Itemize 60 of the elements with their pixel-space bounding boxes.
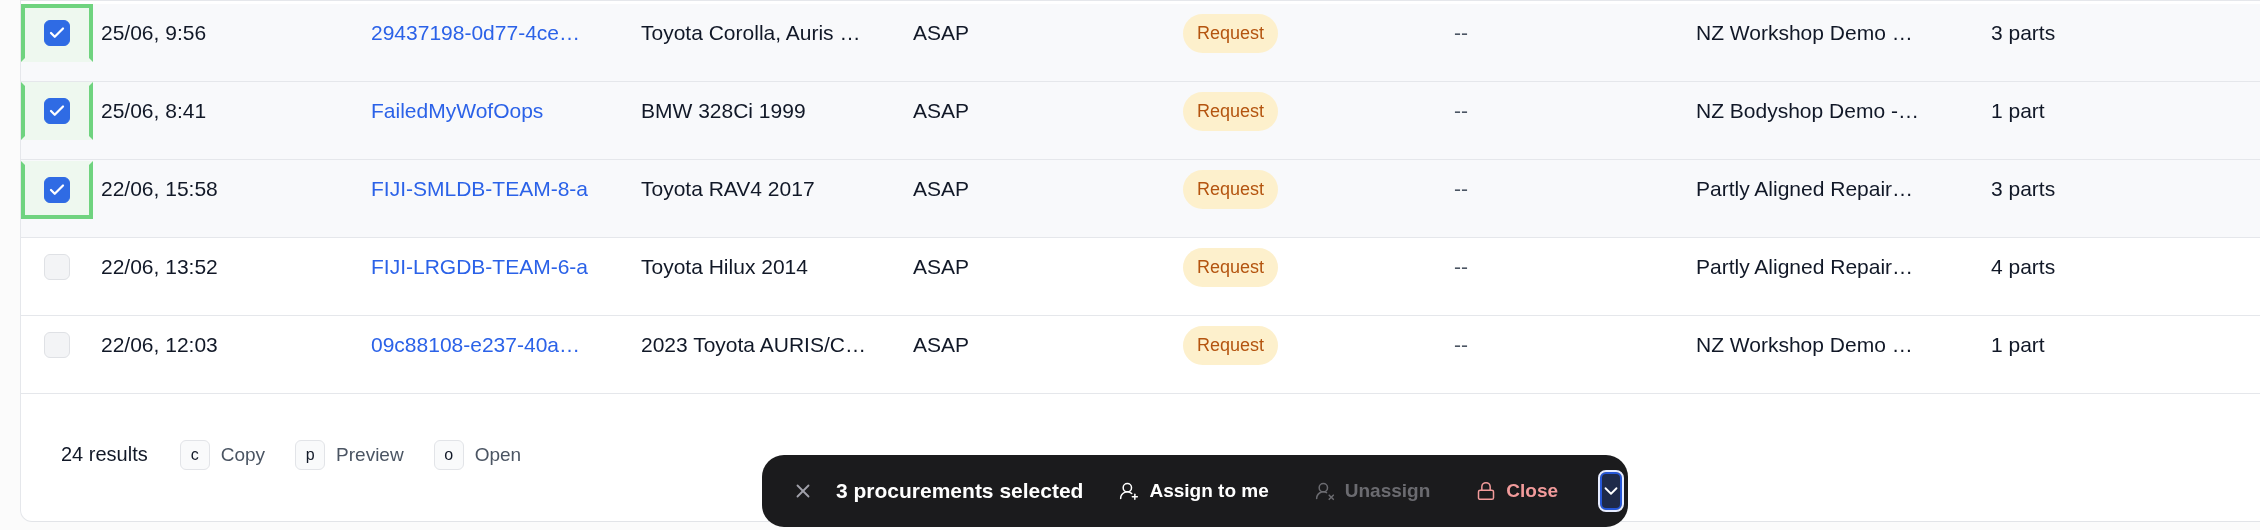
reference-link[interactable]: FailedMyWofOops [371, 99, 544, 123]
dropdown-button[interactable] [1598, 470, 1625, 512]
table-row[interactable]: 25/06, 8:41 FailedMyWofOops BMW 328Ci 1999 ASAP Request -- NZ Bodyshop Demo -… 1 part [21, 82, 2260, 160]
urgency-cell-text: ASAP [912, 177, 971, 201]
selection-count: 3 procurements selected [836, 479, 1084, 503]
workshop-cell-text: NZ Workshop Demo … [1695, 21, 1914, 45]
reference-link[interactable]: 09c88108-e237-40a… [371, 333, 580, 357]
vehicle-cell-text: Toyota Corolla, Auris … [640, 21, 862, 45]
status-badge: Request [1183, 169, 1279, 209]
close-button[interactable]: Close [1470, 480, 1565, 502]
table-cell-text: -- [1453, 255, 1469, 279]
table-cell-text: -- [1453, 177, 1469, 201]
assign-button[interactable]: Assign to me [1113, 480, 1275, 502]
urgency-cell-text: ASAP [912, 255, 971, 279]
urgency-cell-text: ASAP [912, 99, 971, 123]
parts-cell-text: 4 parts [1990, 255, 2057, 279]
table-cell-text: -- [1453, 21, 1469, 45]
parts-cell-text: 1 part [1990, 333, 2046, 357]
row-checkbox[interactable] [44, 98, 70, 124]
shortcut-label: Open [474, 443, 522, 466]
table-cell-text: -- [1453, 333, 1469, 357]
table-row[interactable]: 22/06, 15:58 FIJI-SMLDB-TEAM-8-a Toyota RAV4 2017 ASAP Request -- Partly Aligned Repair… 3 parts [21, 160, 2260, 238]
user-x-icon [1314, 481, 1335, 501]
parts-cell-text: 3 parts [1990, 177, 2057, 201]
urgency-cell-text: ASAP [912, 21, 971, 45]
parts-cell-text: 1 part [1990, 99, 2046, 123]
date-cell-text: 22/06, 15:58 [100, 177, 219, 201]
vehicle-cell-text: Toyota Hilux 2014 [640, 255, 809, 279]
user-plus-icon [1119, 481, 1140, 501]
vehicle-cell-text: 2023 Toyota AURIS/C… [640, 333, 867, 357]
reference-link[interactable]: FIJI-LRGDB-TEAM-6-a [371, 255, 588, 279]
status-badge: Request [1183, 325, 1279, 365]
results-count: 24 results [61, 443, 148, 466]
row-checkbox[interactable] [44, 20, 70, 46]
date-cell-text: 22/06, 12:03 [100, 333, 219, 357]
vehicle-cell-text: Toyota RAV4 2017 [640, 177, 816, 201]
status-badge: Request [1183, 247, 1279, 287]
reference-link[interactable]: FIJI-SMLDB-TEAM-8-a [371, 177, 588, 201]
shortcut-key: c [179, 439, 210, 470]
workshop-cell-text: Partly Aligned Repair… [1695, 255, 1915, 279]
table-row[interactable]: 25/06, 9:56 29437198-0d77-4ce… Toyota Corolla, Auris … ASAP Request -- NZ Workshop Demo … 3 parts [21, 4, 2260, 82]
workshop-cell-text: NZ Workshop Demo … [1695, 333, 1914, 357]
table-cell-text: -- [1453, 99, 1469, 123]
row-checkbox[interactable] [44, 176, 70, 203]
date-cell-text: 25/06, 8:41 [100, 99, 208, 123]
shortcut-key: p [295, 439, 326, 470]
workshop-cell-text: NZ Bodyshop Demo -… [1695, 99, 1920, 123]
shortcut-label: Preview [336, 443, 404, 466]
date-cell-text: 22/06, 13:52 [100, 255, 219, 279]
urgency-cell-text: ASAP [912, 333, 971, 357]
parts-cell-text: 3 parts [1990, 21, 2057, 45]
vehicle-cell-text: BMW 328Ci 1999 [640, 99, 807, 123]
status-badge: Request [1183, 91, 1279, 131]
workshop-cell-text: Partly Aligned Repair… [1695, 177, 1915, 201]
reference-link[interactable]: 29437198-0d77-4ce… [371, 21, 580, 45]
lock-icon [1476, 481, 1497, 501]
date-cell-text: 25/06, 9:56 [100, 21, 208, 45]
shortcut-key: o [433, 439, 464, 470]
status-badge: Request [1183, 13, 1279, 53]
shortcut-label: Copy [220, 443, 266, 466]
